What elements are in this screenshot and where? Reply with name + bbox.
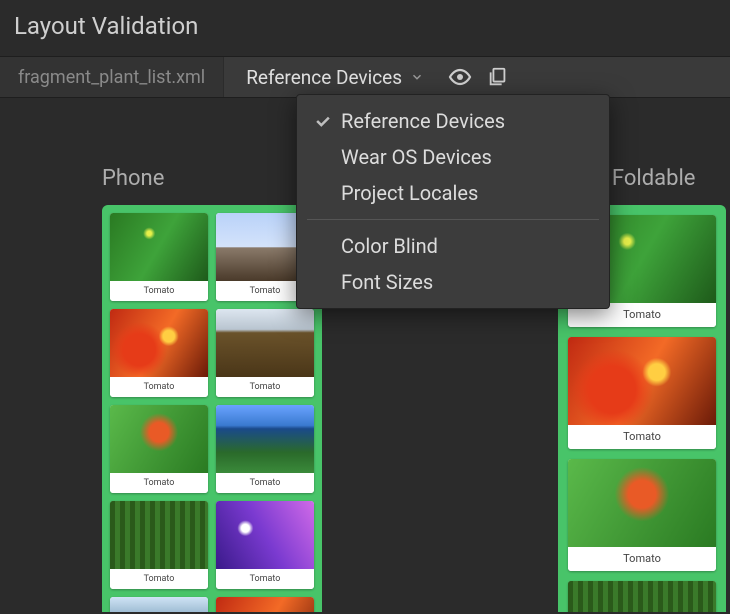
card-caption: Tomato — [110, 377, 208, 397]
menu-separator — [307, 219, 599, 220]
thumbnail — [216, 501, 314, 569]
tab-file[interactable]: fragment_plant_list.xml — [0, 57, 224, 97]
menu-item-label: Color Blind — [341, 234, 438, 258]
card-caption: Tomato — [216, 377, 314, 397]
list-item[interactable]: Tomato — [110, 405, 208, 493]
phone-frame: Tomato Tomato Tomato Tomato Tomato Tomato Toma… — [102, 205, 322, 612]
menu-item-label: Project Locales — [341, 181, 478, 205]
list-item[interactable]: Tomato — [110, 597, 208, 612]
card-caption: Tomato — [216, 473, 314, 493]
menu-item-label: Reference Devices — [341, 109, 505, 133]
thumbnail — [568, 581, 716, 612]
menu-item[interactable]: Project Locales — [297, 175, 609, 211]
thumbnail — [216, 597, 314, 612]
preview-label: Phone — [102, 166, 322, 191]
thumbnail — [110, 213, 208, 281]
list-item[interactable]: Tomato — [568, 459, 716, 571]
panel-title: Layout Validation — [0, 0, 730, 56]
card-caption: Tomato — [568, 425, 716, 449]
check-icon — [313, 111, 341, 131]
thumbnail — [110, 597, 208, 612]
chevron-down-icon — [410, 66, 424, 89]
reference-devices-dropdown[interactable]: Reference Devices — [240, 62, 430, 93]
dropdown-label: Reference Devices — [246, 66, 402, 89]
card-caption: Tomato — [110, 569, 208, 589]
list-item[interactable]: Tomato — [568, 581, 716, 612]
list-item[interactable]: Tomato — [216, 597, 314, 612]
preview-phone[interactable]: Phone TomatoTomatoTomatoTomatoTomatoToma… — [102, 166, 322, 612]
thumbnail — [110, 501, 208, 569]
thumbnail — [216, 405, 314, 473]
menu-item-label: Wear OS Devices — [341, 145, 492, 169]
thumbnail — [568, 337, 716, 425]
card-caption: Tomato — [110, 281, 208, 301]
thumbnail — [110, 405, 208, 473]
card-caption: Tomato — [216, 569, 314, 589]
thumbnail — [216, 309, 314, 377]
list-item[interactable]: Tomato — [216, 405, 314, 493]
list-item[interactable]: Tomato — [110, 309, 208, 397]
list-item[interactable]: Tomato — [216, 309, 314, 397]
menu-item[interactable]: Font Sizes — [297, 264, 609, 300]
menu-item[interactable]: Reference Devices — [297, 103, 609, 139]
list-item[interactable]: Tomato — [568, 337, 716, 449]
menu-item-label: Font Sizes — [341, 270, 433, 294]
card-caption: Tomato — [110, 473, 208, 493]
toolbar: fragment_plant_list.xml Reference Device… — [0, 56, 730, 98]
list-item[interactable]: Tomato — [216, 501, 314, 589]
list-item[interactable]: Tomato — [110, 501, 208, 589]
card-caption: Tomato — [568, 547, 716, 571]
dropdown-menu: Reference Devices Wear OS Devices Project … — [296, 94, 610, 309]
list-item[interactable]: Tomato — [110, 213, 208, 301]
menu-item[interactable]: Color Blind — [297, 228, 609, 264]
visibility-icon[interactable] — [444, 61, 476, 93]
multi-preview-icon[interactable] — [482, 61, 514, 93]
thumbnail — [568, 459, 716, 547]
menu-item[interactable]: Wear OS Devices — [297, 139, 609, 175]
thumbnail — [110, 309, 208, 377]
